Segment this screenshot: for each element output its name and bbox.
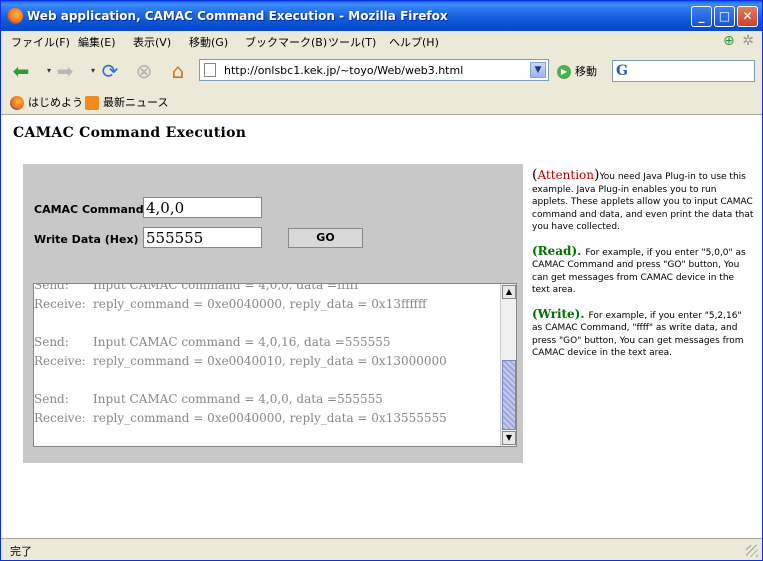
resize-grip[interactable] [746, 545, 758, 557]
go-button-applet[interactable]: GO [288, 228, 363, 248]
maximize-button[interactable]: □ [714, 6, 735, 27]
url-bar[interactable]: http://onlsbc1.kek.jp/~toyo/Web/web3.htm… [199, 59, 549, 81]
write-data-label: Write Data (Hex) : [34, 233, 147, 246]
command-input[interactable]: 4,0,0 [143, 197, 262, 218]
menu-help[interactable]: ヘルプ(H) [389, 34, 439, 50]
attention-heading: (Attention) [532, 167, 600, 183]
write-heading: (Write). [532, 306, 585, 321]
minimize-button[interactable]: _ [691, 6, 712, 27]
bookmarks-toolbar: はじめよう 最新ニュース [1, 90, 762, 112]
browser-window: Web application, CAMAC Command Execution… [0, 0, 763, 561]
reload-icon[interactable]: ⟳ [98, 59, 122, 83]
menu-bookmarks[interactable]: ブックマーク(B) [245, 34, 327, 50]
close-button[interactable]: ✕ [737, 6, 758, 27]
stop-icon[interactable]: ⊗ [132, 59, 156, 83]
back-icon[interactable]: ⬅ [9, 59, 33, 83]
log-line: Send: Input CAMAC command = 4,0,0, data =… [34, 283, 359, 292]
log-line: Send: Input CAMAC command = 4,0,0, data =… [34, 392, 383, 406]
log-line: Receive: reply_command = 0xe0040000, repl… [34, 411, 447, 425]
menu-tools[interactable]: ツール(T) [328, 34, 376, 50]
bookmark-label: 最新ニュース [103, 96, 169, 109]
log-scrollbar[interactable]: ▲ ▼ [500, 284, 516, 446]
scroll-thumb[interactable] [502, 360, 516, 430]
menu-bar: ファイル(F) 編集(E) 表示(V) 移動(G) ブックマーク(B) ツール(… [1, 31, 762, 52]
google-search-icon[interactable]: G [616, 63, 628, 79]
read-note: (Read). For example, if you enter "5,0,0"… [532, 243, 746, 296]
url-text[interactable]: http://onlsbc1.kek.jp/~toyo/Web/web3.htm… [224, 64, 463, 77]
status-text: 完了 [10, 545, 32, 558]
menu-go[interactable]: 移動(G) [189, 34, 228, 50]
bookmark-latest-news[interactable]: 最新ニュース [85, 94, 168, 110]
throbber-icon: ✲ [742, 33, 754, 49]
log-line: Receive: reply_command = 0xe0040010, repl… [34, 354, 447, 368]
camac-applet: CAMAC Command: 4,0,0 Write Data (Hex) : … [23, 164, 523, 463]
write-note: (Write). For example, if you enter "5,2,1… [532, 306, 744, 359]
read-heading: (Read). [532, 243, 582, 258]
go-button[interactable]: ▶ 移動 [557, 63, 597, 79]
instructions-panel: (Attention)You need Java Plug-in to use … [532, 167, 754, 370]
menu-view[interactable]: 表示(V) [133, 34, 171, 50]
add-icon[interactable]: ⊕ [723, 33, 735, 49]
forward-icon[interactable]: ➡ [53, 59, 77, 83]
bookmark-getting-started[interactable]: はじめよう [10, 94, 83, 110]
page-title: CAMAC Command Execution [13, 125, 247, 141]
window-title: Web application, CAMAC Command Execution… [27, 9, 448, 23]
scroll-down-icon[interactable]: ▼ [502, 431, 516, 445]
title-bar: Web application, CAMAC Command Execution… [1, 1, 762, 31]
page-icon [204, 63, 216, 77]
page-content: CAMAC Command Execution CAMAC Command: 4… [1, 114, 762, 538]
search-input[interactable]: G [612, 60, 755, 82]
bookmark-label: はじめよう [28, 96, 83, 109]
url-dropdown-icon[interactable]: ▼ [530, 62, 546, 78]
log-textarea[interactable]: Send: Input CAMAC command = 4,0,0, data =… [33, 283, 517, 447]
menu-file[interactable]: ファイル(F) [11, 34, 70, 50]
home-icon[interactable]: ⌂ [166, 59, 190, 83]
firefox-icon [7, 8, 23, 24]
command-label: CAMAC Command: [34, 203, 149, 216]
attention-note: (Attention)You need Java Plug-in to use … [532, 167, 754, 232]
scroll-up-icon[interactable]: ▲ [502, 285, 516, 299]
go-arrow-icon: ▶ [557, 65, 571, 79]
throbber-area: ⊕ ✲ [723, 33, 754, 49]
log-line: Send: Input CAMAC command = 4,0,16, data … [34, 335, 391, 349]
firefox-icon [10, 96, 24, 110]
status-bar: 完了 [1, 538, 762, 560]
menu-edit[interactable]: 編集(E) [78, 34, 116, 50]
rss-icon [85, 96, 99, 110]
log-line: Receive: reply_command = 0xe0040000, repl… [34, 297, 427, 311]
write-data-input[interactable]: 555555 [143, 227, 262, 248]
go-label: 移動 [575, 65, 597, 78]
